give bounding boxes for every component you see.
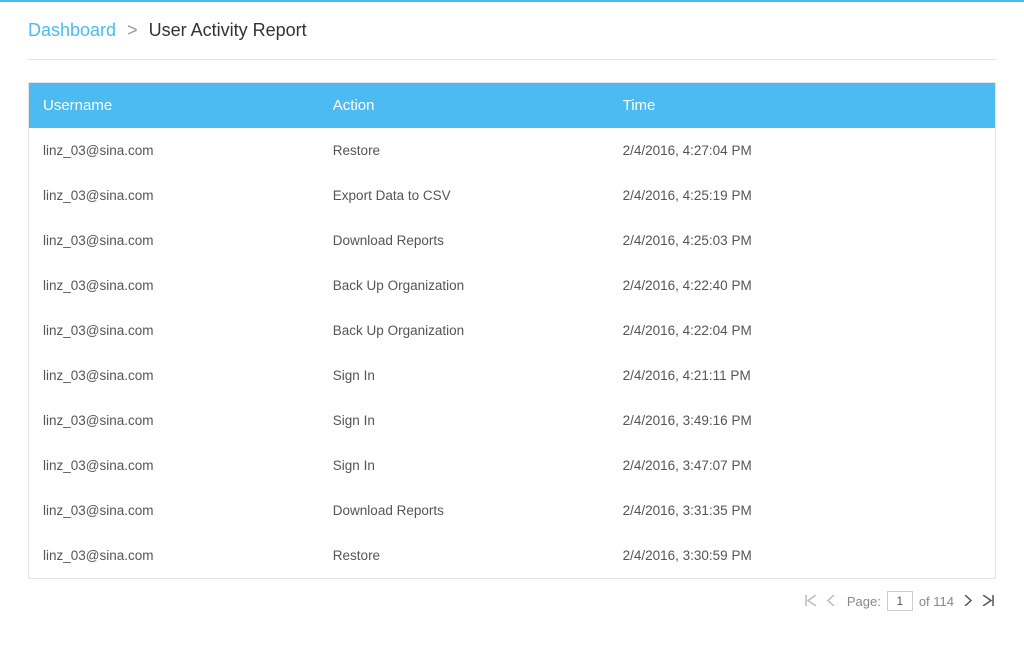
table-row[interactable]: linz_03@sina.comSign In2/4/2016, 3:49:16… — [29, 398, 995, 443]
cell-action: Restore — [319, 533, 609, 578]
cell-username: linz_03@sina.com — [29, 398, 319, 443]
pager-next-icon[interactable] — [962, 594, 974, 608]
table-row[interactable]: linz_03@sina.comDownload Reports2/4/2016… — [29, 488, 995, 533]
pager-last-icon[interactable] — [980, 594, 996, 608]
col-header-action[interactable]: Action — [319, 83, 609, 128]
cell-username: linz_03@sina.com — [29, 218, 319, 263]
breadcrumb-dashboard-link[interactable]: Dashboard — [28, 20, 116, 40]
cell-username: linz_03@sina.com — [29, 173, 319, 218]
table-row[interactable]: linz_03@sina.comRestore2/4/2016, 3:30:59… — [29, 533, 995, 578]
cell-username: linz_03@sina.com — [29, 533, 319, 578]
cell-action: Back Up Organization — [319, 308, 609, 353]
table-row[interactable]: linz_03@sina.comRestore2/4/2016, 4:27:04… — [29, 128, 995, 173]
pager-prev-icon[interactable] — [825, 594, 837, 608]
table-row[interactable]: linz_03@sina.comBack Up Organization2/4/… — [29, 263, 995, 308]
cell-action: Restore — [319, 128, 609, 173]
cell-time: 2/4/2016, 3:47:07 PM — [609, 443, 995, 488]
cell-action: Sign In — [319, 398, 609, 443]
table-row[interactable]: linz_03@sina.comSign In2/4/2016, 4:21:11… — [29, 353, 995, 398]
pager-page-input[interactable] — [887, 591, 913, 611]
cell-action: Download Reports — [319, 488, 609, 533]
cell-action: Download Reports — [319, 218, 609, 263]
cell-username: linz_03@sina.com — [29, 443, 319, 488]
cell-action: Export Data to CSV — [319, 173, 609, 218]
cell-time: 2/4/2016, 3:31:35 PM — [609, 488, 995, 533]
cell-username: linz_03@sina.com — [29, 353, 319, 398]
cell-time: 2/4/2016, 4:22:04 PM — [609, 308, 995, 353]
cell-time: 2/4/2016, 4:22:40 PM — [609, 263, 995, 308]
col-header-time[interactable]: Time — [609, 83, 995, 128]
table-row[interactable]: linz_03@sina.comExport Data to CSV2/4/20… — [29, 173, 995, 218]
pager-of-label: of 114 — [919, 594, 954, 609]
cell-time: 2/4/2016, 4:25:03 PM — [609, 218, 995, 263]
cell-action: Sign In — [319, 353, 609, 398]
cell-time: 2/4/2016, 3:30:59 PM — [609, 533, 995, 578]
pager: Page: of 114 — [28, 579, 996, 611]
table-row[interactable]: linz_03@sina.comBack Up Organization2/4/… — [29, 308, 995, 353]
table-row[interactable]: linz_03@sina.comSign In2/4/2016, 3:47:07… — [29, 443, 995, 488]
breadcrumb-separator: > — [127, 20, 138, 40]
cell-action: Sign In — [319, 443, 609, 488]
cell-action: Back Up Organization — [319, 263, 609, 308]
col-header-username[interactable]: Username — [29, 83, 319, 128]
cell-time: 2/4/2016, 3:49:16 PM — [609, 398, 995, 443]
divider — [28, 59, 996, 60]
cell-time: 2/4/2016, 4:25:19 PM — [609, 173, 995, 218]
pager-page-label: Page: — [847, 594, 881, 609]
cell-username: linz_03@sina.com — [29, 488, 319, 533]
cell-username: linz_03@sina.com — [29, 308, 319, 353]
cell-username: linz_03@sina.com — [29, 128, 319, 173]
activity-table-container: Username Action Time linz_03@sina.comRes… — [28, 82, 996, 579]
breadcrumb-current: User Activity Report — [149, 20, 307, 40]
activity-table: Username Action Time linz_03@sina.comRes… — [29, 83, 995, 578]
breadcrumb: Dashboard > User Activity Report — [28, 20, 996, 41]
pager-first-icon[interactable] — [803, 594, 819, 608]
table-row[interactable]: linz_03@sina.comDownload Reports2/4/2016… — [29, 218, 995, 263]
cell-time: 2/4/2016, 4:27:04 PM — [609, 128, 995, 173]
cell-username: linz_03@sina.com — [29, 263, 319, 308]
cell-time: 2/4/2016, 4:21:11 PM — [609, 353, 995, 398]
